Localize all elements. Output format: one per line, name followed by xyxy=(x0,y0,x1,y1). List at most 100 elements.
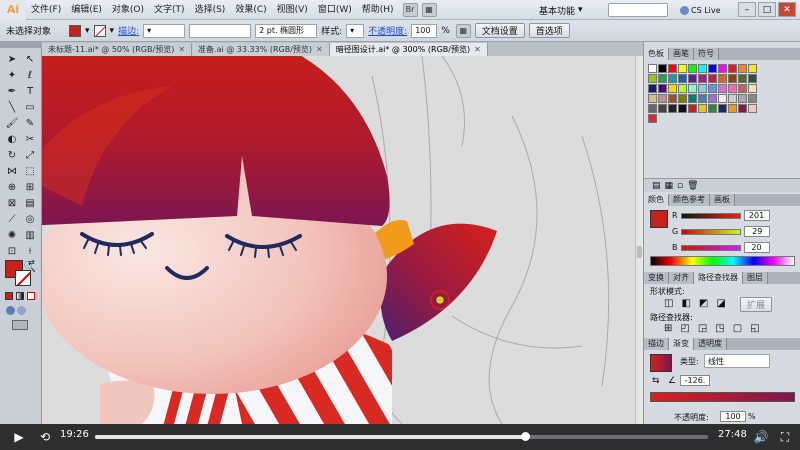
tab-color[interactable]: 颜色 xyxy=(644,194,669,206)
cs-live-button[interactable]: CS Live xyxy=(680,3,721,17)
variable-width-dropdown[interactable] xyxy=(189,23,252,38)
intersect-icon[interactable]: ◩ xyxy=(699,298,708,309)
swatch[interactable] xyxy=(688,84,697,93)
play-icon[interactable]: ▶ xyxy=(10,428,28,446)
trim-icon[interactable]: ◰ xyxy=(680,323,689,334)
expand-button[interactable]: 扩展 xyxy=(740,297,773,312)
bridge-icon[interactable]: Br xyxy=(402,2,418,17)
close-icon[interactable]: ✕ xyxy=(178,45,185,54)
swatch[interactable] xyxy=(718,84,727,93)
swatch[interactable] xyxy=(688,94,697,103)
green-value[interactable]: 29 xyxy=(744,226,771,237)
graph-tool-icon[interactable]: ▥ xyxy=(22,228,38,242)
artboard-canvas[interactable] xyxy=(42,56,635,424)
line-tool-icon[interactable]: ╲ xyxy=(4,100,20,114)
tab-pathfinder[interactable]: 路径查找器 xyxy=(694,272,743,284)
swatch[interactable] xyxy=(708,74,717,83)
merge-icon[interactable]: ◲ xyxy=(698,323,707,334)
swatch[interactable] xyxy=(728,94,737,103)
menu-item-5[interactable]: 效果(C) xyxy=(230,0,271,20)
swatch[interactable] xyxy=(738,64,747,73)
artboard-tool-icon[interactable]: ⊡ xyxy=(4,244,20,258)
new-swatch-icon[interactable]: ▫ xyxy=(677,181,683,191)
swatch[interactable] xyxy=(728,84,737,93)
crop-icon[interactable]: ◳ xyxy=(715,323,724,334)
color-mode-icon[interactable] xyxy=(5,292,13,300)
swatch[interactable] xyxy=(738,104,747,113)
replay-icon[interactable]: ⟲ xyxy=(36,428,54,446)
swatch[interactable] xyxy=(728,104,737,113)
color-fill-preview[interactable] xyxy=(650,210,668,228)
color-spectrum[interactable] xyxy=(650,256,795,266)
swatch[interactable] xyxy=(658,104,667,113)
blob-brush-tool-icon[interactable]: ◐ xyxy=(4,132,20,146)
tab-artboards[interactable]: 画板 xyxy=(710,194,735,206)
mesh-tool-icon[interactable]: ⊠ xyxy=(4,196,20,210)
green-slider-row[interactable]: G 29 xyxy=(672,226,771,237)
workspace-switcher[interactable]: 基本功能 ▾ xyxy=(535,3,587,17)
delete-icon[interactable]: 🗑 xyxy=(687,181,698,191)
exclude-icon[interactable]: ◪ xyxy=(716,298,725,309)
blue-slider[interactable] xyxy=(680,244,741,251)
swatch-library-icon[interactable]: ▤ xyxy=(652,181,661,191)
gradient-slider[interactable] xyxy=(650,392,795,402)
scale-tool-icon[interactable]: ⤢ xyxy=(22,148,38,162)
reverse-gradient-icon[interactable]: ⇆ xyxy=(652,376,660,386)
tab-symbols[interactable]: 符号 xyxy=(694,48,719,60)
swatch[interactable] xyxy=(658,64,667,73)
document-settings-button[interactable]: 文档设置 xyxy=(474,23,525,38)
rotate-tool-icon[interactable]: ↻ xyxy=(4,148,20,162)
screen-mode-icon[interactable] xyxy=(12,320,28,330)
scissors-tool-icon[interactable]: ✂ xyxy=(22,132,38,146)
swatch[interactable] xyxy=(658,94,667,103)
swatch[interactable] xyxy=(718,74,727,83)
chevron-down-icon[interactable]: ▾ xyxy=(85,26,90,36)
menu-item-6[interactable]: 视图(V) xyxy=(272,0,313,20)
progress-knob[interactable] xyxy=(520,432,530,441)
blend-tool-icon[interactable]: ◎ xyxy=(22,212,38,226)
lasso-tool-icon[interactable]: ℓ xyxy=(22,68,38,82)
swatch[interactable] xyxy=(748,94,757,103)
stroke-weight-dropdown[interactable]: ▾ xyxy=(143,23,186,38)
magic-wand-tool-icon[interactable]: ✦ xyxy=(4,68,20,82)
swatch[interactable] xyxy=(678,94,687,103)
swatch[interactable] xyxy=(718,104,727,113)
swatch[interactable] xyxy=(658,74,667,83)
perspective-grid-tool-icon[interactable]: ⊞ xyxy=(22,180,38,194)
tab-stroke[interactable]: 描边 xyxy=(644,338,669,350)
progress-track[interactable] xyxy=(95,432,708,441)
menu-item-7[interactable]: 窗口(W) xyxy=(313,0,357,20)
symbol-sprayer-tool-icon[interactable]: ✺ xyxy=(4,228,20,242)
eyedropper-tool-icon[interactable]: ⟋ xyxy=(4,212,20,226)
vertical-scrollbar[interactable] xyxy=(635,56,643,424)
menu-item-0[interactable]: 文件(F) xyxy=(26,0,66,20)
arrange-icon[interactable]: ▦ xyxy=(421,2,437,17)
swatch[interactable] xyxy=(668,94,677,103)
unite-icon[interactable]: ◫ xyxy=(664,298,673,309)
close-icon[interactable]: ✕ xyxy=(316,45,323,54)
rectangle-tool-icon[interactable]: ▭ xyxy=(22,100,38,114)
gradient-tool-icon[interactable]: ▤ xyxy=(22,196,38,210)
style-dropdown[interactable]: ▾ xyxy=(346,23,365,38)
opacity-link[interactable]: 不透明度: xyxy=(368,24,407,37)
gradient-angle-input[interactable]: -126. xyxy=(680,375,710,386)
pen-tool-icon[interactable]: ✒ xyxy=(4,84,20,98)
swatch[interactable] xyxy=(748,64,757,73)
paintbrush-tool-icon[interactable]: 🖌 xyxy=(4,116,20,130)
opacity-input[interactable]: 100 xyxy=(411,23,438,38)
red-slider[interactable] xyxy=(680,212,741,219)
green-slider[interactable] xyxy=(681,228,742,235)
red-slider-row[interactable]: R 201 xyxy=(672,210,770,221)
swatch[interactable] xyxy=(748,74,757,83)
minus-back-icon[interactable]: ◱ xyxy=(750,323,759,334)
swatch[interactable] xyxy=(648,114,657,123)
menu-item-1[interactable]: 编辑(E) xyxy=(66,0,107,20)
brush-dropdown[interactable]: 2 pt. 椭圆形 xyxy=(255,23,318,38)
tab-layers[interactable]: 图层 xyxy=(743,272,768,284)
swatch[interactable] xyxy=(708,94,717,103)
pencil-tool-icon[interactable]: ✎ xyxy=(22,116,38,130)
swatch[interactable] xyxy=(708,104,717,113)
swatch[interactable] xyxy=(688,74,697,83)
swatch[interactable] xyxy=(668,84,677,93)
tab-color-guide[interactable]: 颜色参考 xyxy=(669,194,710,206)
